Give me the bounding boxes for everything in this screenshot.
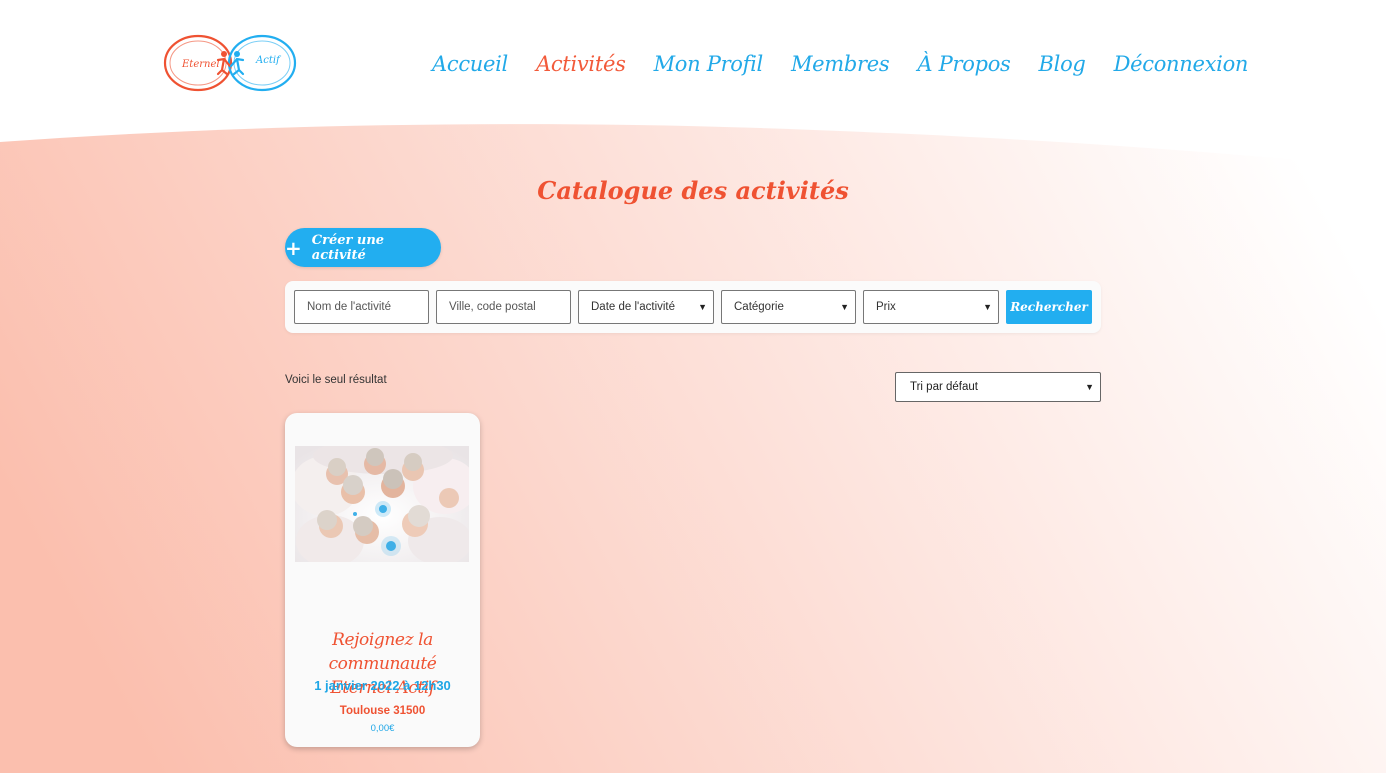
date-select-value: Date de l'activité (591, 301, 676, 313)
city-postal-input[interactable]: Ville, code postal (436, 290, 571, 324)
sort-select[interactable]: Tri par défaut ▼ (895, 372, 1101, 402)
chevron-down-icon: ▼ (1085, 382, 1094, 392)
main-content: Catalogue des activités + Créer une acti… (0, 0, 1386, 773)
page-title: Catalogue des activités (537, 176, 849, 205)
activity-city: Toulouse 31500 (339, 705, 426, 717)
activity-image (295, 446, 469, 562)
price-select[interactable]: Prix ▼ (863, 290, 999, 324)
sort-select-value: Tri par défaut (910, 381, 978, 393)
chevron-down-icon: ▼ (698, 302, 707, 312)
chevron-down-icon: ▼ (983, 302, 992, 312)
chevron-down-icon: ▼ (840, 302, 849, 312)
date-select[interactable]: Date de l'activité ▼ (578, 290, 714, 324)
activity-name-placeholder: Nom de l'activité (307, 301, 392, 313)
activity-title-line1: Rejoignez la communauté (328, 630, 437, 674)
create-activity-label: Créer une activité (311, 232, 385, 263)
activity-date: 1 janvier 2022 à 12h30 (314, 678, 451, 693)
activity-card[interactable]: Rejoignez la communauté Eternel Actif 1 … (285, 413, 480, 747)
search-button[interactable]: Rechercher (1006, 290, 1092, 324)
activity-price: 0,00€ (370, 723, 395, 734)
search-filter-bar: Nom de l'activité Ville, code postal Dat… (285, 281, 1101, 333)
city-postal-placeholder: Ville, code postal (449, 301, 536, 313)
create-activity-button[interactable]: + Créer une activité (285, 228, 441, 267)
category-select-value: Catégorie (734, 301, 784, 313)
plus-icon: + (285, 235, 302, 260)
price-select-value: Prix (876, 301, 896, 313)
category-select[interactable]: Catégorie ▼ (721, 290, 856, 324)
activity-name-input[interactable]: Nom de l'activité (294, 290, 429, 324)
result-summary: Voici le seul résultat (285, 374, 387, 386)
